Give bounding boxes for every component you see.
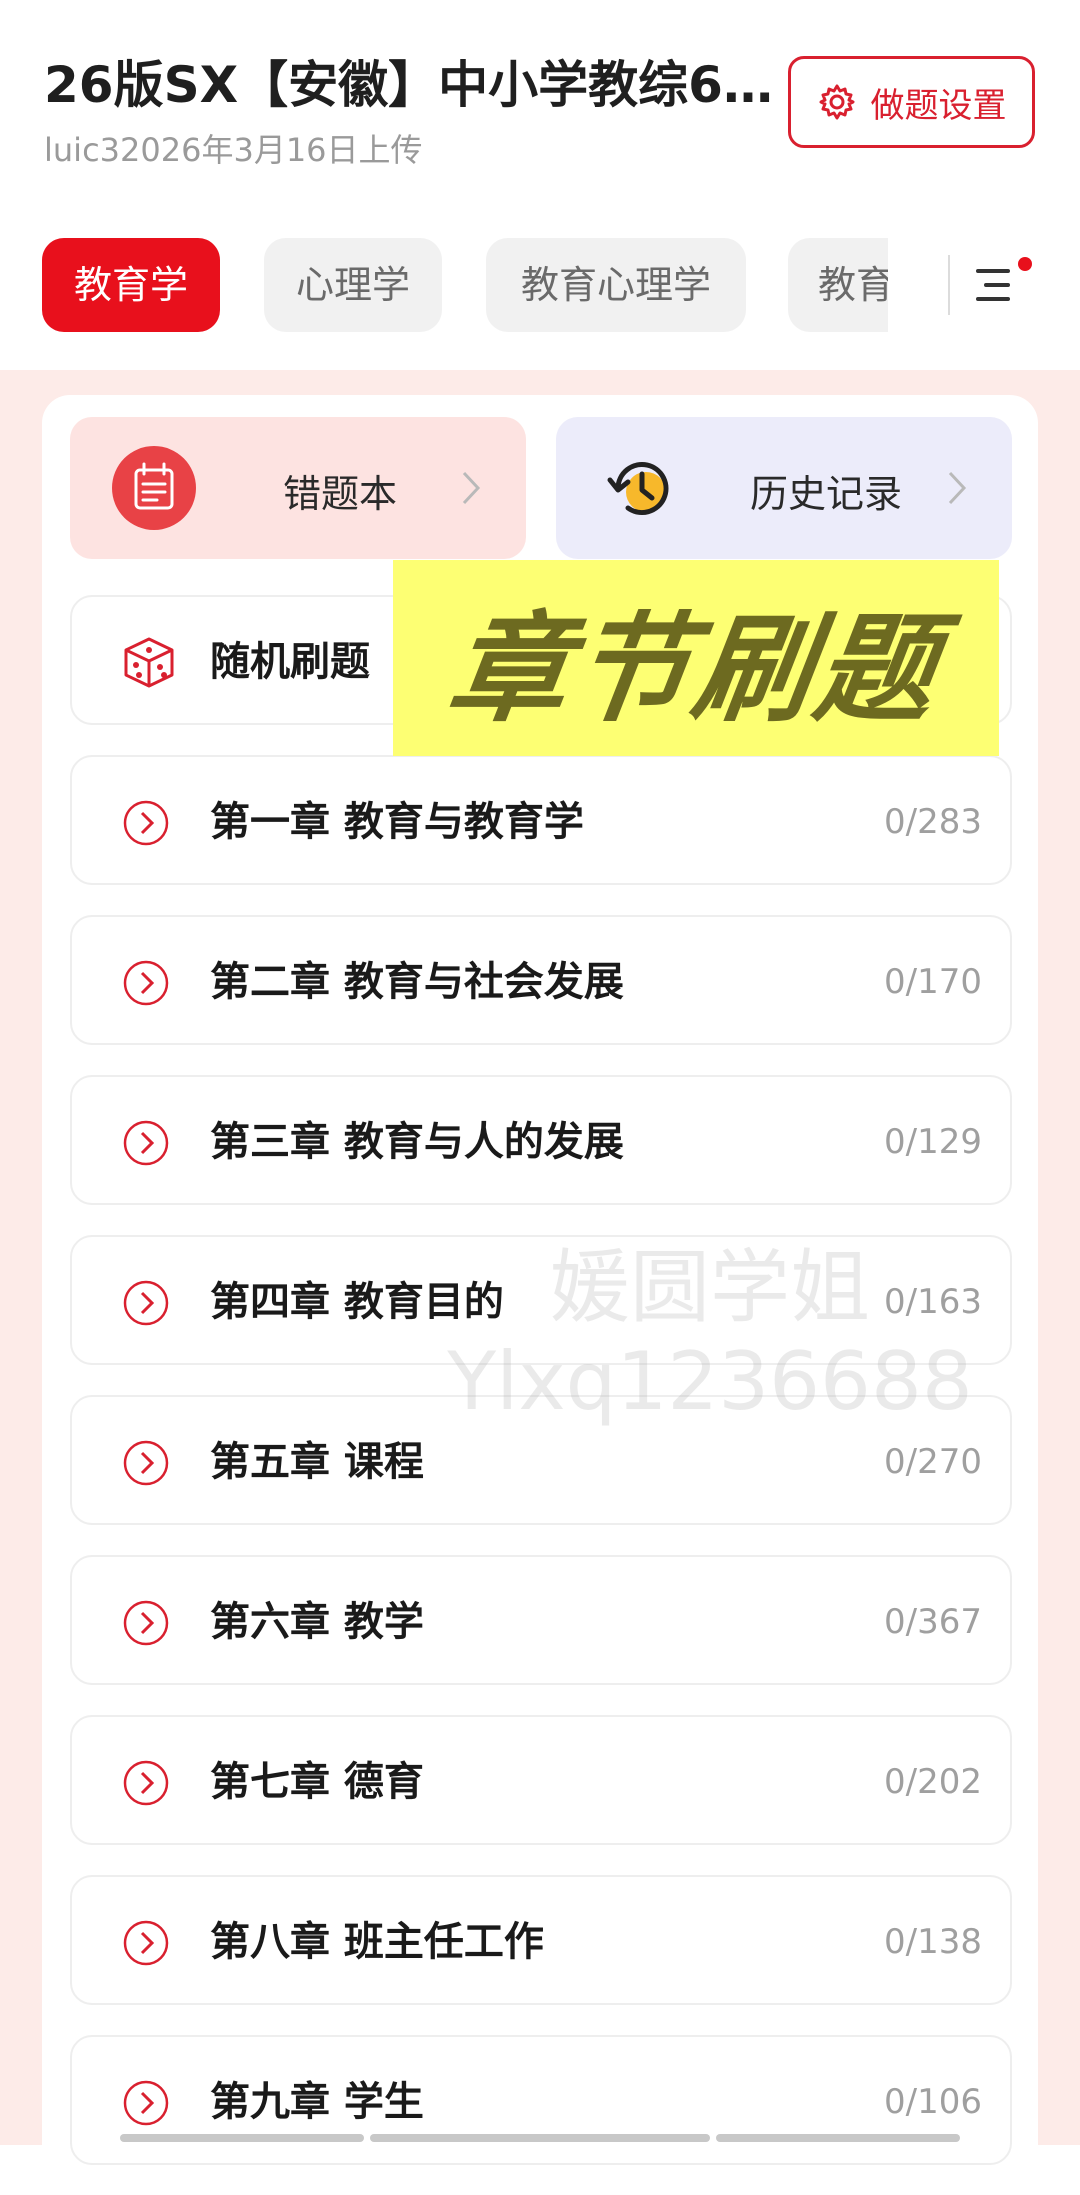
tab-education-more[interactable]: 教育 [788, 238, 888, 332]
arrow-circle-icon [123, 1760, 169, 1806]
chevron-right-icon [462, 471, 481, 505]
gear-icon [819, 84, 854, 120]
tab-educational-psychology[interactable]: 教育心理学 [486, 238, 746, 332]
chevron-right-icon [948, 471, 967, 505]
chapter-row[interactable]: 第五章 课程 0/270 [70, 1395, 1012, 1525]
chapter-row[interactable]: 第八章 班主任工作 0/138 [70, 1875, 1012, 2005]
notebook-icon [112, 446, 196, 530]
scroll-indicator [370, 2134, 710, 2142]
tab-psychology[interactable]: 心理学 [264, 238, 442, 332]
tab-education[interactable]: 教育学 [42, 238, 220, 332]
scroll-indicator [716, 2134, 960, 2142]
chapter-title: 第八章 班主任工作 [210, 1919, 544, 1965]
settings-label: 做题设置 [870, 85, 1007, 126]
upload-info: luic32026年3月16日上传 [44, 131, 423, 169]
arrow-circle-icon [123, 800, 169, 846]
chapter-practice-banner: 章节刷题 [393, 560, 999, 756]
wrong-book-label: 错题本 [282, 472, 397, 516]
chapter-row[interactable]: 第六章 教学 0/367 [70, 1555, 1012, 1685]
chapter-progress: 0/106 [884, 2082, 982, 2122]
chapter-progress: 0/170 [884, 962, 982, 1002]
chapter-progress: 0/367 [884, 1602, 982, 1642]
arrow-circle-icon [123, 1440, 169, 1486]
chapter-progress: 0/138 [884, 1922, 982, 1962]
chapter-title: 第四章 教育目的 [210, 1279, 504, 1325]
chapter-row[interactable]: 第一章 教育与教育学 0/283 [70, 755, 1012, 885]
chapter-progress: 0/202 [884, 1762, 982, 1802]
chapter-progress: 0/163 [884, 1282, 982, 1322]
chapter-title: 第一章 教育与教育学 [210, 799, 584, 845]
page-title: 26版SX【安徽】中小学教综6题库 [44, 56, 784, 114]
chapter-title: 第二章 教育与社会发展 [210, 959, 624, 1005]
arrow-circle-icon [123, 1120, 169, 1166]
chapter-row[interactable]: 第三章 教育与人的发展 0/129 [70, 1075, 1012, 1205]
dice-icon [124, 637, 174, 688]
arrow-circle-icon [123, 2080, 169, 2126]
chapter-progress: 0/129 [884, 1122, 982, 1162]
chapter-progress: 0/270 [884, 1442, 982, 1482]
arrow-circle-icon [123, 1600, 169, 1646]
chapter-row[interactable]: 第二章 教育与社会发展 0/170 [70, 915, 1012, 1045]
chapter-title: 第三章 教育与人的发展 [210, 1119, 624, 1165]
chapter-row[interactable]: 第四章 教育目的 0/163 [70, 1235, 1012, 1365]
subject-tabs: 教育学 心理学 教育心理学 教育 [42, 238, 888, 332]
random-practice-label: 随机刷题 [210, 639, 370, 685]
tab-divider [948, 255, 950, 315]
history-button[interactable]: 历史记录 [556, 417, 1012, 559]
chapter-row[interactable]: 第七章 德育 0/202 [70, 1715, 1012, 1845]
chapter-progress: 0/283 [884, 802, 982, 842]
chapter-title: 第六章 教学 [210, 1599, 424, 1645]
practice-settings-button[interactable]: 做题设置 [788, 56, 1035, 148]
arrow-circle-icon [123, 960, 169, 1006]
history-clock-icon [607, 462, 669, 515]
header: 26版SX【安徽】中小学教综6题库 luic32026年3月16日上传 做题设置… [0, 0, 1080, 370]
chapter-row[interactable]: 第九章 学生 0/106 [70, 2035, 1012, 2165]
menu-icon[interactable] [970, 255, 1032, 315]
arrow-circle-icon [123, 1920, 169, 1966]
history-label: 历史记录 [749, 472, 902, 516]
arrow-circle-icon [123, 1280, 169, 1326]
scroll-indicator [120, 2134, 364, 2142]
wrong-book-button[interactable]: 错题本 [70, 417, 526, 559]
notification-dot [1018, 257, 1032, 271]
chapter-title: 第五章 课程 [210, 1439, 424, 1485]
chapter-title: 第七章 德育 [210, 1759, 424, 1805]
chapter-title: 第九章 学生 [210, 2079, 424, 2125]
banner-text: 章节刷题 [440, 599, 949, 738]
